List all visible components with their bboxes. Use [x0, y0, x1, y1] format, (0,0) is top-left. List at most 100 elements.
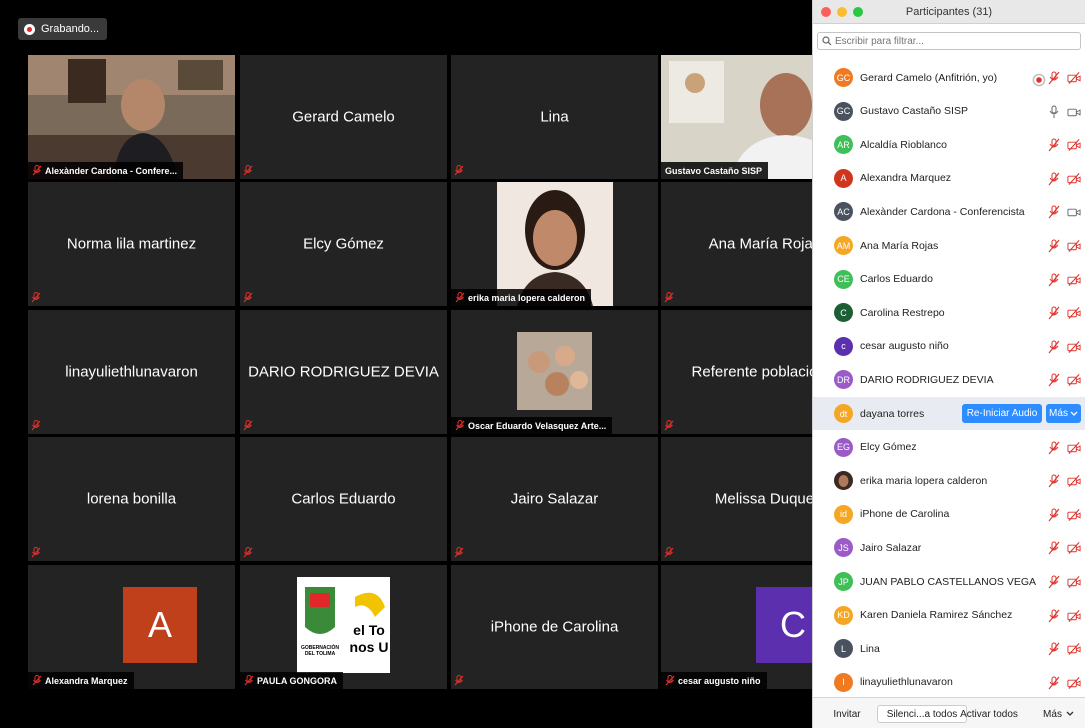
video-off-icon[interactable]	[1067, 340, 1081, 354]
logo-text: DEL TOLIMA	[305, 651, 336, 657]
participant-row[interactable]: A Alexandra Marquez	[813, 162, 1085, 195]
video-tile[interactable]: Melissa Duque	[661, 437, 812, 561]
video-tile[interactable]: Gustavo Castaño SISP	[661, 55, 812, 179]
close-window-button[interactable]	[821, 7, 831, 17]
video-off-icon[interactable]	[1067, 373, 1081, 387]
more-options-button[interactable]: Más	[1039, 705, 1079, 723]
video-off-icon[interactable]	[1067, 575, 1081, 589]
video-icon[interactable]	[1067, 105, 1081, 119]
muted-mic-icon[interactable]	[1047, 340, 1061, 354]
participant-row[interactable]: AR Alcaldía Rioblanco	[813, 128, 1085, 161]
participant-row[interactable]: AM Ana María Rojas	[813, 229, 1085, 262]
participant-video	[517, 332, 592, 410]
video-off-icon[interactable]	[1067, 306, 1081, 320]
maximize-window-button[interactable]	[853, 7, 863, 17]
participant-caption: erika maria lopera calderon	[451, 289, 592, 306]
participant-row[interactable]: EG Elcy Gómez	[813, 431, 1085, 464]
video-tile[interactable]: Lina	[451, 55, 658, 179]
video-off-icon[interactable]	[1067, 71, 1081, 85]
muted-mic-icon[interactable]	[1047, 609, 1061, 623]
muted-mic-icon	[664, 547, 674, 558]
video-tile[interactable]: DARIO RODRIGUEZ DEVIA	[240, 310, 447, 434]
participant-row[interactable]: AC Alexànder Cardona - Conferencista	[813, 195, 1085, 228]
participant-row[interactable]: L Lina	[813, 632, 1085, 665]
search-input[interactable]	[835, 35, 1080, 47]
caption-name: Alexandra Marquez	[45, 675, 128, 686]
video-tile[interactable]: Jairo Salazar	[451, 437, 658, 561]
muted-mic-icon	[31, 547, 41, 558]
muted-mic-icon[interactable]	[1047, 71, 1061, 85]
participant-row[interactable]: id iPhone de Carolina	[813, 498, 1085, 531]
video-tile[interactable]: Gerard Camelo	[240, 55, 447, 179]
video-off-icon[interactable]	[1067, 541, 1081, 555]
participant-search[interactable]	[817, 32, 1081, 50]
participant-caption: Alexànder Cardona - Confere...	[28, 162, 184, 179]
video-tile[interactable]: Norma lila martinez	[28, 182, 235, 306]
muted-mic-icon[interactable]	[1047, 676, 1061, 690]
video-tile[interactable]: Alexànder Cardona - Confere...	[28, 55, 235, 179]
invite-button[interactable]: Invitar	[827, 705, 867, 723]
participant-row[interactable]: GC Gerard Camelo (Anfitrión, yo)	[813, 61, 1085, 94]
muted-mic-icon[interactable]	[1047, 441, 1061, 455]
video-off-icon[interactable]	[1067, 676, 1081, 690]
participant-avatar: AC	[834, 202, 853, 222]
restart-audio-button[interactable]: Re-Iniciar Audio	[962, 404, 1042, 423]
participant-caption: Oscar Eduardo Velasquez Arte...	[451, 417, 613, 434]
panel-title: Participantes (31)	[905, 5, 993, 18]
participant-row[interactable]: C Carolina Restrepo	[813, 296, 1085, 329]
video-off-icon[interactable]	[1067, 239, 1081, 253]
video-tile[interactable]: Elcy Gómez	[240, 182, 447, 306]
video-tile[interactable]: Oscar Eduardo Velasquez Arte...	[451, 310, 658, 434]
video-off-icon[interactable]	[1067, 273, 1081, 287]
muted-mic-icon[interactable]	[1047, 541, 1061, 555]
muted-mic-icon[interactable]	[1047, 575, 1061, 589]
participant-more-button[interactable]: Más	[1046, 404, 1081, 423]
unmute-all-button[interactable]: Activar todos	[954, 705, 1024, 723]
participant-row[interactable]: CE Carlos Eduardo	[813, 263, 1085, 296]
video-tile[interactable]: Ccesar augusto niño	[661, 565, 812, 689]
video-off-icon[interactable]	[1067, 508, 1081, 522]
recording-label: Grabando...	[41, 23, 100, 35]
video-tile[interactable]: erika maria lopera calderon	[451, 182, 658, 306]
participant-name: Alcaldía Rioblanco	[860, 138, 947, 151]
minimize-window-button[interactable]	[837, 7, 847, 17]
caption-name: Gustavo Castaño SISP	[665, 165, 763, 176]
muted-mic-icon[interactable]	[1047, 205, 1061, 219]
muted-mic-icon[interactable]	[1047, 239, 1061, 253]
participant-row[interactable]: JP JUAN PABLO CASTELLANOS VEGA	[813, 565, 1085, 598]
participant-row[interactable]: DR DARIO RODRIGUEZ DEVIA	[813, 363, 1085, 396]
video-tile[interactable]: iPhone de Carolina	[451, 565, 658, 689]
video-tile[interactable]: GOBERNACIÓN DEL TOLIMA el To nos U PAULA GON…	[240, 565, 447, 689]
mic-icon[interactable]	[1047, 105, 1061, 119]
video-off-icon[interactable]	[1067, 474, 1081, 488]
video-off-icon[interactable]	[1067, 441, 1081, 455]
video-off-icon[interactable]	[1067, 642, 1081, 656]
video-tile[interactable]: A Alexandra Marquez	[28, 565, 235, 689]
participant-row[interactable]: KD Karen Daniela Ramirez Sánchez	[813, 599, 1085, 632]
muted-mic-icon[interactable]	[1047, 373, 1061, 387]
video-tile[interactable]: linayuliethlunavaron	[28, 310, 235, 434]
muted-mic-icon[interactable]	[1047, 273, 1061, 287]
video-tile[interactable]: Referente poblacional	[661, 310, 812, 434]
muted-mic-icon[interactable]	[1047, 172, 1061, 186]
participant-row[interactable]: c cesar augusto niño	[813, 330, 1085, 363]
video-tile[interactable]: lorena bonilla	[28, 437, 235, 561]
video-tile[interactable]: Ana María Rojas	[661, 182, 812, 306]
participant-row[interactable]: GC Gustavo Castaño SISP	[813, 95, 1085, 128]
muted-mic-icon[interactable]	[1047, 474, 1061, 488]
video-tile[interactable]: Carlos Eduardo	[240, 437, 447, 561]
muted-mic-icon[interactable]	[1047, 138, 1061, 152]
muted-mic-icon[interactable]	[1047, 642, 1061, 656]
muted-mic-icon[interactable]	[1047, 306, 1061, 320]
video-off-icon[interactable]	[1067, 138, 1081, 152]
participant-row[interactable]: erika maria lopera calderon	[813, 464, 1085, 497]
participant-row[interactable]: JS Jairo Salazar	[813, 531, 1085, 564]
video-off-icon[interactable]	[1067, 609, 1081, 623]
muted-mic-icon[interactable]	[1047, 508, 1061, 522]
record-icon	[24, 23, 35, 35]
video-icon[interactable]	[1067, 205, 1081, 219]
video-off-icon[interactable]	[1067, 172, 1081, 186]
participant-row[interactable]: dt dayana torres Re-Iniciar Audio Más	[813, 397, 1085, 430]
participant-row[interactable]: l linayuliethlunavaron	[813, 666, 1085, 697]
recording-indicator[interactable]: Grabando...	[18, 18, 108, 40]
